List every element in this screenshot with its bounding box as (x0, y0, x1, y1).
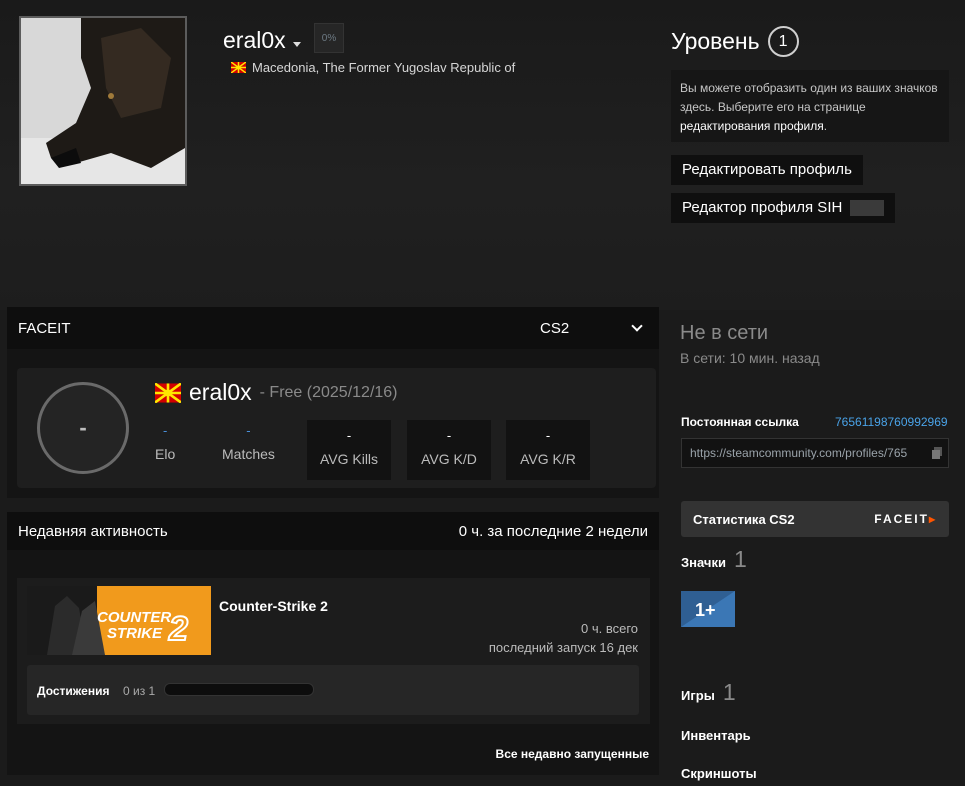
stat-value: - (246, 423, 251, 438)
recent-activity-header: Недавняя активность 0 ч. за последние 2 … (7, 512, 659, 550)
steam-id-link[interactable]: 76561198760992969 (835, 415, 948, 429)
game-total-hours: 0 ч. всего (580, 621, 638, 636)
stat-avg-kills: - AVG Kills (307, 420, 391, 480)
cs2-capsule-art: COUNTER STRIKE 2 (27, 586, 211, 655)
stat-avg-kd: - AVG K/D (407, 420, 491, 480)
permalink-label: Постоянная ссылка (681, 415, 799, 429)
capsule-text-1: COUNTER (97, 609, 171, 626)
achievements-count: 0 из 1 (123, 684, 156, 698)
years-of-service-badge-icon[interactable]: 1+ (681, 591, 735, 627)
last-online: В сети: 10 мин. назад (680, 350, 820, 366)
stat-value: - (446, 428, 452, 443)
achievements-label: Достижения (37, 684, 110, 698)
profile-level: Уровень 1 (671, 26, 799, 57)
stat-label: AVG K/R (520, 451, 576, 467)
persona-name-row[interactable]: eral0x (223, 27, 301, 54)
game-card: COUNTER STRIKE 2 Counter-Strike 2 0 ч. в… (17, 578, 650, 724)
sih-editor-button[interactable]: Редактор профиля SIH (671, 193, 896, 223)
stat-value: - (162, 423, 168, 438)
capsule-number: 2 (168, 610, 188, 648)
chevron-down-icon[interactable] (292, 42, 301, 47)
recent-activity-hours: 0 ч. за последние 2 недели (458, 522, 648, 540)
stat-label: AVG Kills (319, 451, 379, 467)
badges-label: Значки (681, 555, 726, 570)
edit-profile-button[interactable]: Редактировать профиль (671, 155, 863, 185)
badge-years-text: 1+ (695, 600, 716, 620)
inventory-link[interactable]: Инвентарь (681, 728, 751, 743)
permalink-url: https://steamcommunity.com/profiles/765 (690, 446, 908, 460)
recent-activity-panel: Недавняя активность 0 ч. за последние 2 … (7, 512, 659, 775)
macedonia-flag-icon (231, 62, 246, 73)
faceit-logo: FACEIT▸ (874, 512, 937, 526)
copy-icon[interactable] (932, 447, 942, 459)
badges-count: 1 (733, 546, 747, 572)
chevron-down-icon (631, 320, 643, 332)
faceit-subscription: - Free (2025/12/16) (259, 383, 398, 401)
badge-hint-end: . (823, 119, 828, 133)
cs2-stats-button[interactable]: Статистика CS2 FACEIT▸ (681, 501, 949, 537)
badge-hint: Вы можете отобразить один из ваших значк… (671, 70, 949, 142)
stat-elo: - Elo (155, 423, 175, 462)
stat-value: - (346, 428, 352, 443)
stat-value: - (545, 428, 551, 443)
macedonia-flag-icon (155, 382, 181, 403)
stat-label: AVG K/D (421, 451, 477, 467)
faceit-player-name[interactable]: eral0x (189, 379, 252, 406)
games-label: Игры (681, 688, 715, 703)
faceit-level-ring: - (37, 382, 129, 474)
edit-profile-link[interactable]: редактирования профиля (680, 119, 824, 133)
level-label: Уровень (671, 28, 760, 54)
achievements-progress-bar (164, 683, 314, 696)
stat-matches: - Matches (222, 423, 275, 462)
online-status: Не в сети (680, 322, 769, 344)
game-name[interactable]: Counter-Strike 2 (219, 598, 328, 614)
badges-header[interactable]: Значки 1 (681, 546, 747, 573)
faceit-panel: FACEIT CS2 - eral0x - Free (2025/12/16) … (7, 307, 659, 498)
badge-hint-text: Вы можете отобразить один из ваших значк… (680, 81, 938, 114)
stat-avg-kr: - AVG K/R (506, 420, 590, 480)
games-count: 1 (722, 679, 736, 705)
all-recent-games-link[interactable]: Все недавно запущенные (496, 747, 649, 761)
games-header[interactable]: Игры 1 (681, 679, 736, 706)
sih-editor-label: Редактор профиля SIH (682, 199, 843, 216)
screenshots-link[interactable]: Скриншоты (681, 766, 757, 781)
cs2-capsule-image[interactable]: COUNTER STRIKE 2 (27, 586, 211, 655)
permalink-field[interactable]: https://steamcommunity.com/profiles/765 (681, 438, 949, 468)
faceit-game-selected: CS2 (540, 319, 570, 337)
stat-label: Matches (222, 446, 275, 462)
sih-logo-icon (850, 200, 885, 217)
wolf-avatar-image (21, 18, 185, 184)
faceit-logo-text: FACEIT (874, 512, 929, 526)
cs2-stats-label: Статистика CS2 (693, 511, 795, 527)
stat-label: Elo (155, 446, 176, 462)
location-text: Macedonia, The Former Yugoslav Republic … (252, 60, 516, 75)
level-value: 1 (767, 26, 799, 57)
location: Macedonia, The Former Yugoslav Republic … (231, 60, 515, 75)
persona-name[interactable]: eral0x (223, 27, 286, 54)
faceit-player: eral0x - Free (2025/12/16) (155, 379, 398, 406)
achievements-row[interactable]: Достижения 0 из 1 (27, 665, 639, 715)
faceit-game-select[interactable]: CS2 (527, 314, 653, 342)
game-last-played: последний запуск 16 дек (488, 640, 638, 655)
recent-activity-title: Недавняя активность (18, 522, 168, 540)
faceit-card: - eral0x - Free (2025/12/16) - Elo - Mat… (17, 368, 656, 488)
avatar[interactable] (19, 16, 187, 186)
faceit-logo-mark: ▸ (928, 512, 937, 526)
xp-badge: 0% (314, 23, 344, 53)
capsule-text-2: STRIKE (107, 625, 163, 642)
